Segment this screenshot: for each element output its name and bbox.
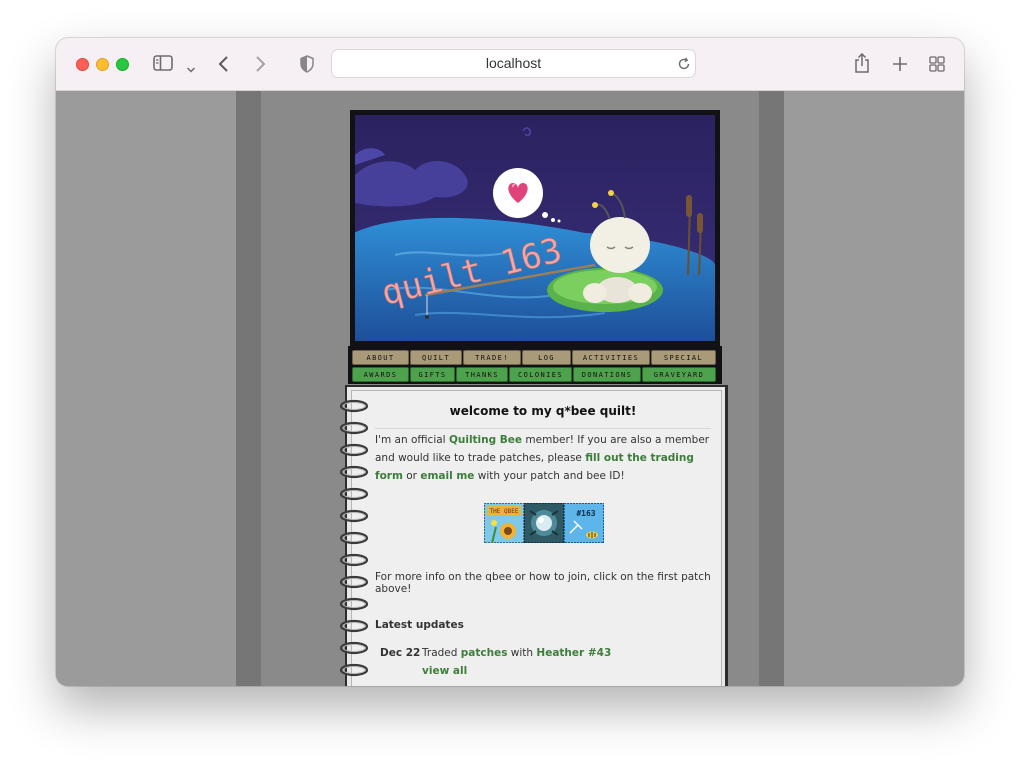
update-text-2: with [507, 647, 537, 659]
sidebar-icon[interactable] [153, 55, 173, 75]
heather-43-link[interactable]: Heather #43 [536, 647, 611, 659]
nav-special[interactable]: special [651, 350, 716, 365]
minimize-window-button[interactable] [96, 58, 109, 71]
intro-paragraph: I'm an official Quilting Bee member! If … [375, 431, 711, 485]
email-me-link[interactable]: email me [420, 470, 474, 482]
nav-activities[interactable]: activities [572, 350, 650, 365]
close-window-button[interactable] [76, 58, 89, 71]
nav-trade[interactable]: trade! [463, 350, 521, 365]
nav-quilt[interactable]: quilt [410, 350, 462, 365]
update-date: Dec 22 [380, 647, 421, 659]
patch-label-qbee: THE QBEE [490, 508, 519, 515]
back-arrow-icon[interactable] [218, 55, 230, 77]
zoom-window-button[interactable] [116, 58, 129, 71]
intro-text-3: or [402, 470, 421, 482]
page-viewport: quilt 163 about quilt trade! log activit… [56, 91, 964, 686]
title-divider [375, 428, 711, 429]
url-text: localhost [485, 55, 542, 71]
main-nav: about quilt trade! log activities specia… [348, 346, 722, 384]
snowflake-163-patch[interactable]: #163 [564, 503, 604, 543]
address-bar[interactable]: localhost [331, 49, 696, 78]
browser-window: localhost quilt 163 ABOUT QUILT TRADE! L… [56, 38, 964, 686]
nav-awards[interactable]: awards [352, 367, 409, 382]
patch-label-163: #163 [576, 509, 595, 518]
patch-row: THE QBEE #163 [484, 503, 604, 543]
chevron-down-icon[interactable] [186, 59, 196, 78]
reload-icon[interactable] [677, 56, 691, 75]
tab-overview-icon[interactable] [929, 56, 945, 76]
quilting-bee-link[interactable]: Quilting Bee [449, 434, 522, 446]
share-icon[interactable] [854, 52, 870, 77]
nav-gifts[interactable]: gifts [410, 367, 455, 382]
page-title: welcome to my q*bee quilt! [449, 404, 637, 418]
nav-donations[interactable]: donations [573, 367, 641, 382]
orb-patch[interactable] [524, 503, 564, 543]
privacy-shield-icon[interactable] [300, 55, 314, 77]
nav-thanks[interactable]: thanks [456, 367, 508, 382]
update-text-1: Traded [422, 647, 461, 659]
more-info-text: For more info on the qbee or how to join… [375, 571, 711, 595]
nav-log[interactable]: log [522, 350, 571, 365]
update-text: Traded patches with Heather #43 [422, 647, 611, 659]
browser-toolbar: localhost [56, 38, 964, 91]
view-all-link[interactable]: view all [422, 665, 467, 677]
patches-link[interactable]: patches [461, 647, 508, 659]
qbee-head [590, 217, 650, 273]
nav-about[interactable]: about [352, 350, 409, 365]
spiral-rings [339, 399, 369, 677]
spiral-binding [336, 399, 376, 686]
latest-updates-heading: Latest updates [375, 619, 464, 631]
intro-text-4: with your patch and bee ID! [474, 470, 625, 482]
qbee-sunflower-patch[interactable]: THE QBEE [484, 503, 524, 543]
quilt-banner: quilt 163 [350, 110, 720, 346]
banner-illustration: quilt 163 [355, 115, 715, 341]
new-tab-plus-icon[interactable] [892, 56, 908, 76]
page-column-outer: quilt 163 about quilt trade! log activit… [236, 91, 784, 686]
view-all-wrapper: view all [422, 665, 467, 677]
nav-colonies[interactable]: colonies [509, 367, 572, 382]
intro-text-1: I'm an official [375, 434, 449, 446]
nav-graveyard[interactable]: graveyard [642, 367, 716, 382]
forward-arrow-icon[interactable] [254, 55, 266, 77]
page-column-inner: quilt 163 about quilt trade! log activit… [261, 91, 759, 686]
